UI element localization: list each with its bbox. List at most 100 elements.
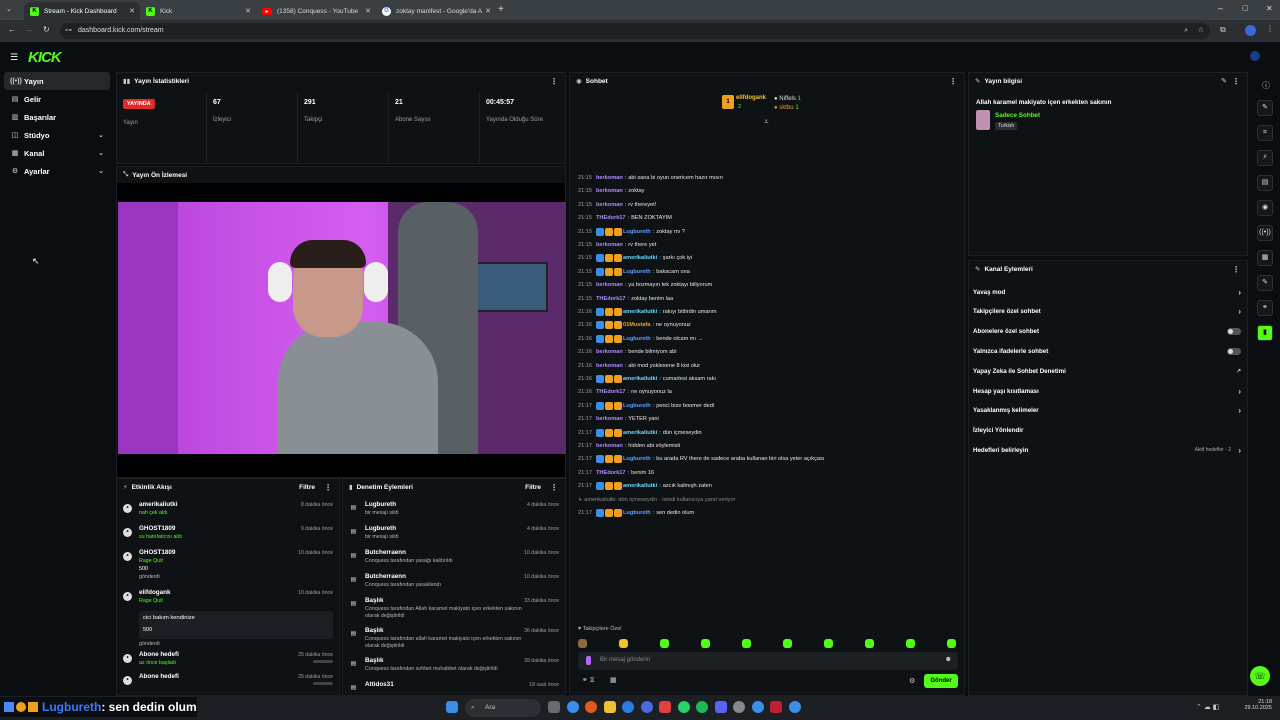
- system-tray-icons[interactable]: ⌃ ☁ ◧: [1196, 703, 1219, 711]
- pinned-user[interactable]: elifdogank: [736, 95, 766, 101]
- moderation-user[interactable]: Başlık: [365, 597, 384, 604]
- grid-icon[interactable]: ▦: [1257, 250, 1273, 266]
- chevron-down-icon[interactable]: ⌄: [98, 149, 104, 157]
- new-tab-icon[interactable]: +: [498, 4, 504, 15]
- more-options-icon[interactable]: ⋮: [324, 483, 332, 492]
- minimize-icon[interactable]: –: [1218, 3, 1223, 13]
- user-avatar[interactable]: [1250, 51, 1260, 61]
- channel-action-row[interactable]: Yavaş mod ›: [973, 285, 1245, 299]
- chevron-right-icon[interactable]: ›: [1238, 288, 1241, 297]
- calendar-icon[interactable]: ▦: [610, 676, 617, 684]
- moderation-user[interactable]: Başlık: [365, 627, 384, 634]
- back-icon[interactable]: ←: [8, 25, 16, 34]
- emote-icon[interactable]: [660, 639, 669, 648]
- moderation-user[interactable]: Başlık: [365, 657, 384, 664]
- taskbar-app-icon[interactable]: [714, 701, 727, 713]
- emoji-icon[interactable]: ☻: [945, 656, 952, 663]
- activity-user[interactable]: Abone hedefi: [139, 673, 179, 680]
- pinned-user-3[interactable]: ● sktbu 1: [774, 105, 799, 111]
- moderation-user[interactable]: Lugbureth: [365, 525, 396, 532]
- taskbar-app-icon[interactable]: [640, 701, 653, 713]
- chat-username[interactable]: THEdork17: [596, 470, 626, 476]
- chat-username[interactable]: berkoman: [596, 202, 623, 208]
- taskbar-app-icon[interactable]: [733, 701, 745, 713]
- activity-user[interactable]: elifdogank: [139, 589, 171, 596]
- emote-icon[interactable]: [578, 639, 587, 648]
- crop-icon[interactable]: ⌗: [1257, 125, 1273, 141]
- support-chat-icon[interactable]: ☏: [1250, 666, 1270, 686]
- moderation-user[interactable]: Attidos31: [365, 681, 394, 688]
- close-window-icon[interactable]: ✕: [1266, 4, 1273, 13]
- close-tab-icon[interactable]: ✕: [245, 7, 251, 15]
- moderation-user[interactable]: Lugbureth: [365, 501, 396, 508]
- wrench-icon[interactable]: ✎: [1257, 275, 1273, 291]
- toggle-switch[interactable]: [1227, 347, 1241, 355]
- pinned-user-2[interactable]: ● Niffels 1: [774, 96, 801, 102]
- kick-logo[interactable]: KICK: [28, 49, 62, 66]
- chat-username[interactable]: Lugbureth: [623, 336, 651, 342]
- start-icon[interactable]: [446, 701, 458, 713]
- taskbar-app-icon[interactable]: [751, 701, 764, 713]
- taskbar-app-icon[interactable]: [696, 701, 708, 713]
- taskbar-app-icon[interactable]: [548, 701, 560, 713]
- chat-username[interactable]: THEdork17: [596, 389, 626, 395]
- chevron-down-icon[interactable]: ⌄: [98, 131, 104, 139]
- moderation-user[interactable]: Butcherraenn: [365, 549, 406, 556]
- emote-icon[interactable]: [947, 639, 956, 648]
- tab-kick[interactable]: K Kick ✕: [140, 2, 256, 20]
- sidebar-item-0[interactable]: ((•)) Yayın: [4, 72, 110, 90]
- chevron-down-icon[interactable]: ⌄: [98, 167, 104, 175]
- chat-username[interactable]: Lugbureth: [623, 510, 651, 516]
- sidebar-item-3[interactable]: ◫ Stüdyo ⌄: [4, 126, 110, 144]
- sidebar-item-5[interactable]: ⚙ Ayarlar ⌄: [4, 162, 110, 180]
- chat-username[interactable]: THEdork17: [596, 215, 626, 221]
- chat-username[interactable]: amerikaliutki: [623, 430, 657, 436]
- channel-action-row[interactable]: Hedefleri belirleyin Aktif hedefler - 2 ›: [973, 443, 1245, 457]
- document-icon[interactable]: ▤: [1257, 175, 1273, 191]
- stream-video[interactable]: [118, 202, 566, 454]
- emote-icon[interactable]: [906, 639, 915, 648]
- profile-avatar-icon[interactable]: [1245, 25, 1256, 36]
- chat-username[interactable]: Lugbureth: [623, 403, 651, 409]
- chat-tools-icon[interactable]: ⚭ ⧖: [582, 676, 595, 685]
- chevron-right-icon[interactable]: ›: [1238, 446, 1241, 455]
- chat-username[interactable]: Lugbureth: [623, 269, 651, 275]
- close-tab-icon[interactable]: ✕: [365, 7, 371, 15]
- chat-username[interactable]: THEdork17: [596, 296, 626, 302]
- close-tab-icon[interactable]: ✕: [485, 7, 491, 15]
- emote-icon[interactable]: [742, 639, 751, 648]
- taskbar-app-icon[interactable]: [622, 701, 634, 713]
- channel-action-row[interactable]: İzleyici Yönlendir: [973, 424, 1245, 438]
- chevron-right-icon[interactable]: ›: [1238, 307, 1241, 316]
- taskbar-app-icon[interactable]: [585, 701, 597, 713]
- chat-username[interactable]: berkoman: [596, 443, 623, 449]
- more-options-icon[interactable]: ⋮: [1232, 265, 1240, 274]
- sidebar-item-1[interactable]: ▤ Gelir: [4, 90, 110, 108]
- taskbar-app-icon[interactable]: [677, 701, 690, 713]
- lightning-icon[interactable]: ⚡: [1257, 150, 1273, 166]
- zoom-icon[interactable]: ⌕: [1184, 23, 1188, 39]
- taskbar-app-icon[interactable]: [659, 701, 671, 713]
- channel-action-row[interactable]: Yapay Zeka ile Sohbet Denetimi ↗: [973, 364, 1245, 378]
- emote-icon[interactable]: [701, 639, 710, 648]
- emote-icon[interactable]: [824, 639, 833, 648]
- leaderboard-icon[interactable]: ▮: [1257, 325, 1273, 341]
- broadcast-icon[interactable]: ((•)): [1257, 225, 1273, 241]
- sidebar-item-4[interactable]: ▦ Kanal ⌄: [4, 144, 110, 162]
- activity-user[interactable]: amerikaliutki: [139, 501, 178, 508]
- emote-icon[interactable]: [783, 639, 792, 648]
- chat-username[interactable]: amerikaliutki: [623, 255, 657, 261]
- channel-action-row[interactable]: Yalnızca ifadelerle sohbet: [973, 344, 1245, 358]
- chat-username[interactable]: berkoman: [596, 188, 623, 194]
- hamburger-menu-icon[interactable]: ☰: [10, 52, 18, 63]
- chat-username[interactable]: 01Mustafa: [623, 322, 650, 328]
- site-info-icon[interactable]: ⊶: [65, 23, 72, 39]
- chevron-right-icon[interactable]: ›: [1238, 387, 1241, 396]
- bookmark-star-icon[interactable]: ☆: [1198, 23, 1204, 39]
- more-options-icon[interactable]: ⋮: [949, 77, 957, 86]
- taskbar-search[interactable]: ⌕ Ara: [465, 699, 541, 717]
- activity-user[interactable]: GHOST1809: [139, 549, 175, 556]
- filter-button[interactable]: Filtre: [299, 484, 315, 491]
- filter-button[interactable]: Filtre: [525, 484, 541, 491]
- chat-username[interactable]: berkoman: [596, 349, 623, 355]
